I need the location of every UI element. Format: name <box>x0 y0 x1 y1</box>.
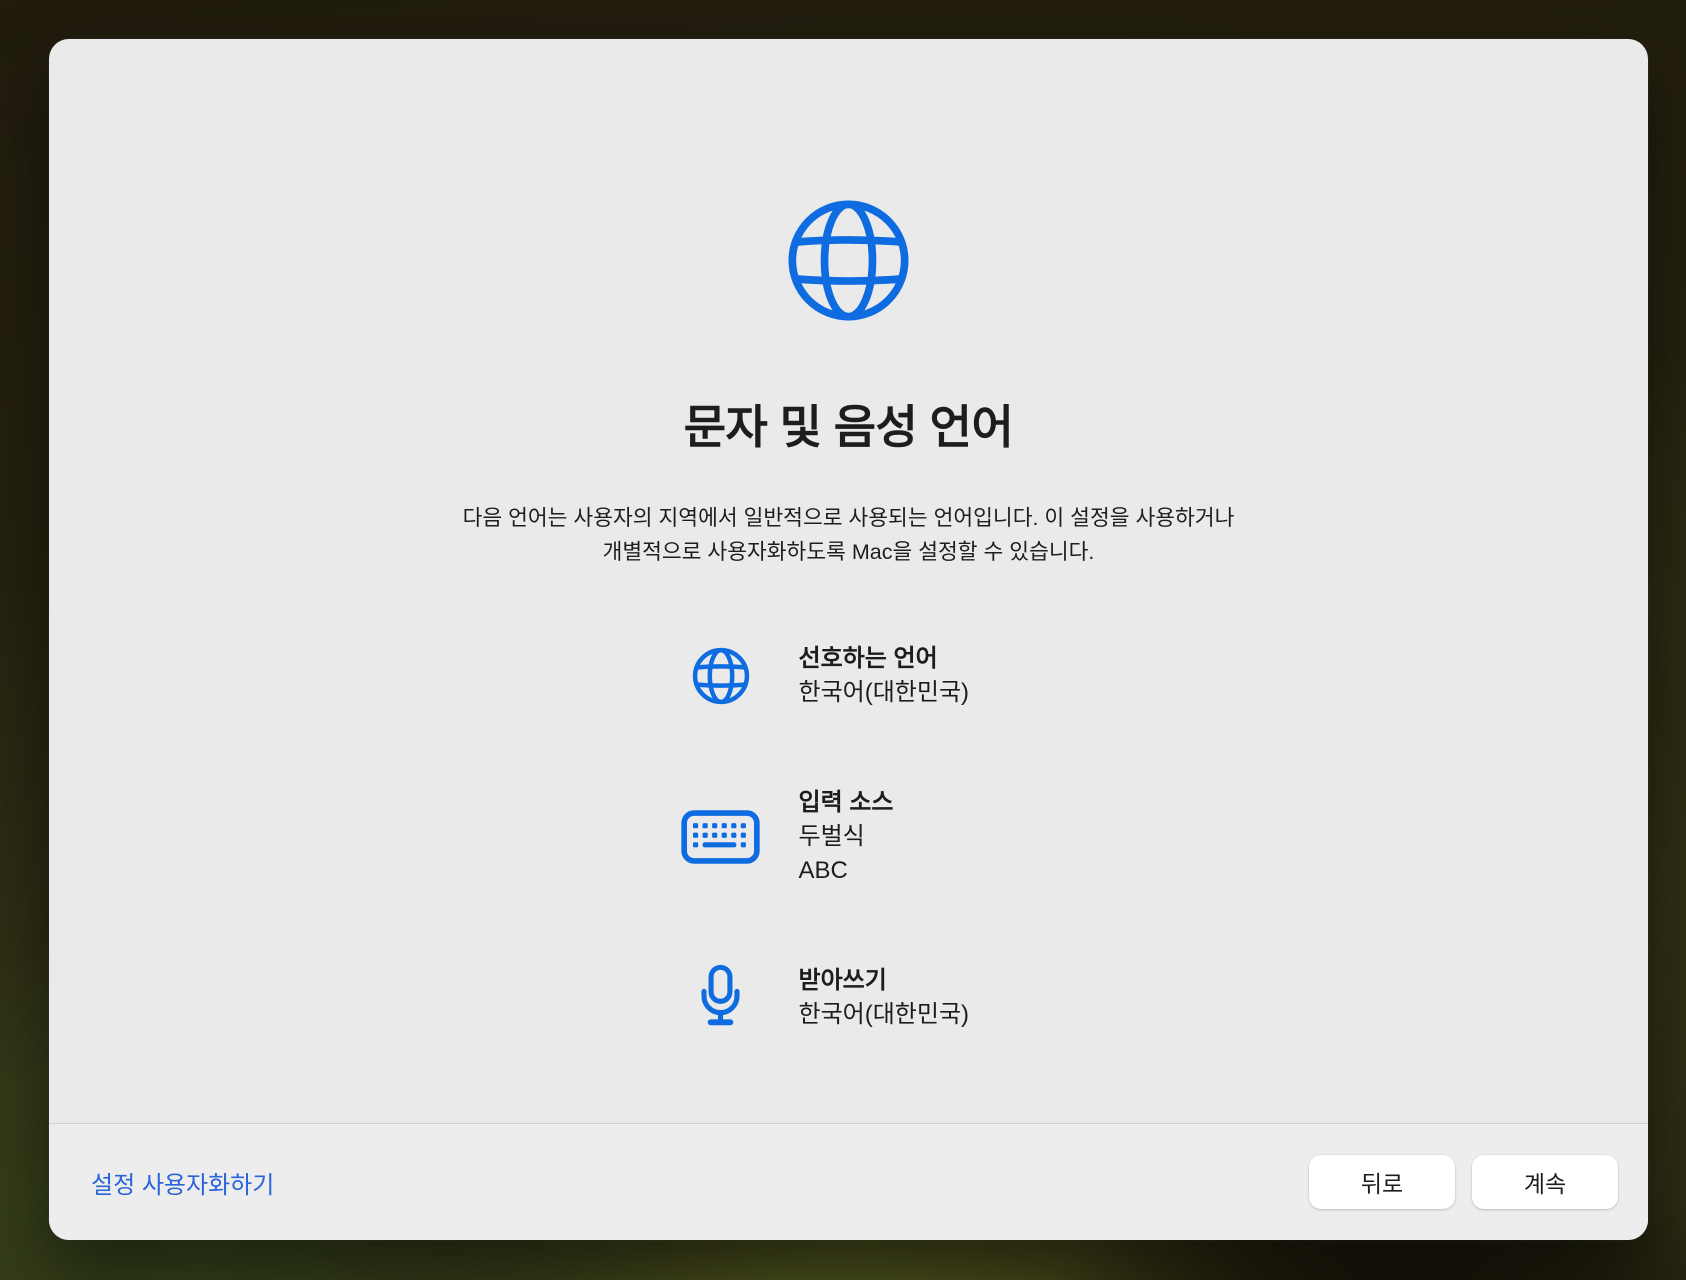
dictation-value: 한국어(대한민국) <box>799 998 970 1032</box>
description-line-2: 개별적으로 사용자화하도록 Mac을 설정할 수 있습니다. <box>463 535 1235 569</box>
globe-icon <box>780 192 917 329</box>
language-settings-list: 선호하는 언어 한국어(대한민국) <box>681 642 1017 1032</box>
globe-icon <box>689 644 753 708</box>
page-description: 다음 언어는 사용자의 지역에서 일반적으로 사용되는 언어입니다. 이 설정을… <box>463 501 1235 569</box>
language-settings-panel: 문자 및 음성 언어 다음 언어는 사용자의 지역에서 일반적으로 사용되는 언… <box>49 39 1648 1123</box>
desktop-wallpaper: 문자 및 음성 언어 다음 언어는 사용자의 지역에서 일반적으로 사용되는 언… <box>0 0 1686 1280</box>
input-source-value-2: ABC <box>799 854 894 888</box>
continue-button[interactable]: 계속 <box>1472 1155 1618 1209</box>
dictation-row: 받아쓰기 한국어(대한민국) <box>681 964 1017 1032</box>
input-sources-row: 입력 소스 두벌식 ABC <box>681 786 1017 888</box>
preferred-language-value: 한국어(대한민국) <box>799 676 970 710</box>
input-sources-label: 입력 소스 <box>799 786 894 820</box>
input-source-value-1: 두벌식 <box>799 820 894 854</box>
customize-settings-link[interactable]: 설정 사용자화하기 <box>91 1165 274 1200</box>
back-button[interactable]: 뒤로 <box>1309 1155 1455 1209</box>
preferred-language-row: 선호하는 언어 한국어(대한민국) <box>681 642 1017 710</box>
footer-bar: 설정 사용자화하기 뒤로 계속 <box>49 1123 1648 1240</box>
description-line-1: 다음 언어는 사용자의 지역에서 일반적으로 사용되는 언어입니다. 이 설정을… <box>463 501 1235 535</box>
microphone-icon <box>696 964 745 1032</box>
page-title: 문자 및 음성 언어 <box>684 391 1014 457</box>
keyboard-keys <box>693 823 746 847</box>
dictation-label: 받아쓰기 <box>799 964 970 998</box>
keyboard-icon <box>681 810 760 864</box>
preferred-language-label: 선호하는 언어 <box>799 642 970 676</box>
setup-assistant-window: 문자 및 음성 언어 다음 언어는 사용자의 지역에서 일반적으로 사용되는 언… <box>49 39 1648 1240</box>
